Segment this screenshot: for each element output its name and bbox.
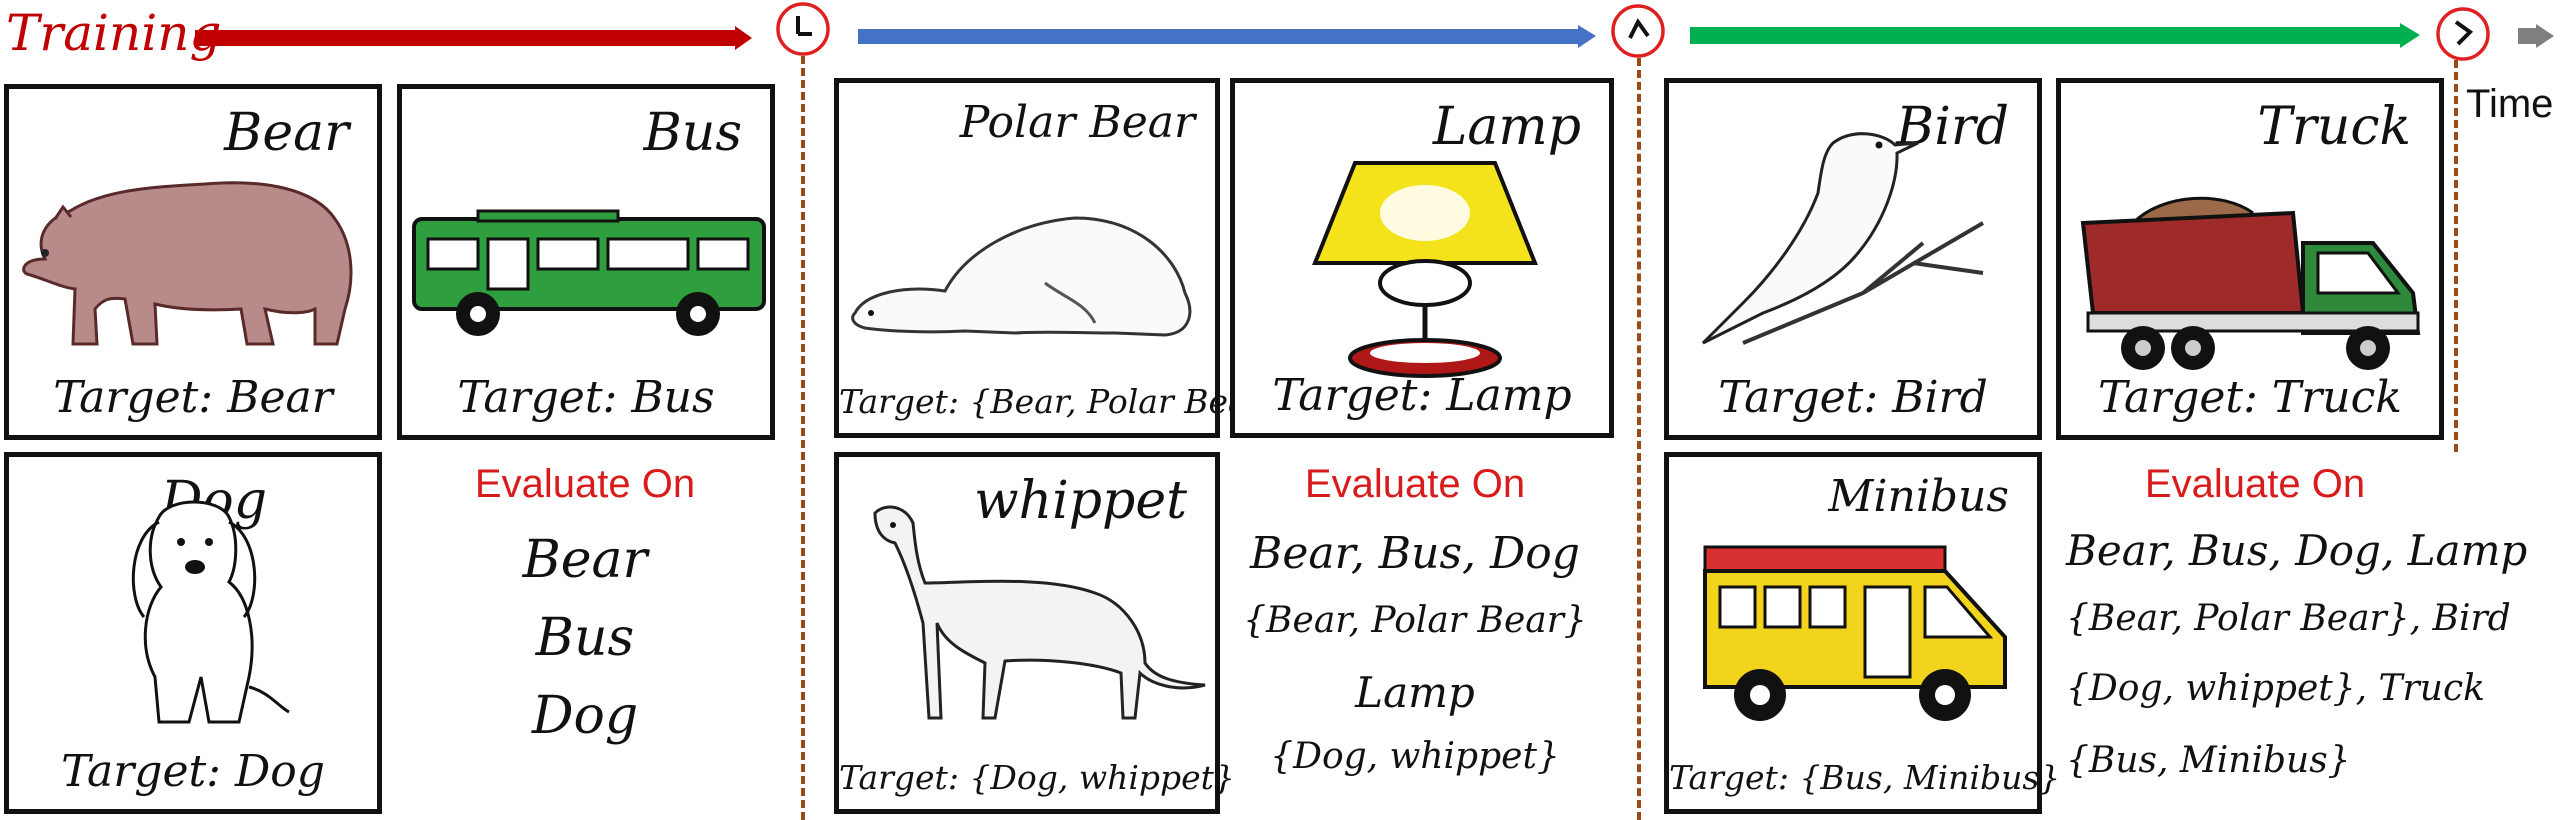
card-target: Target: Bird [1718, 372, 1988, 423]
polar-bear-icon [851, 216, 1192, 337]
card-target: Target: Bear [53, 372, 333, 423]
stage-divider [2454, 60, 2458, 452]
lamp-icon [1312, 161, 1538, 378]
training-card-bear: Bear Target: Bear [4, 84, 382, 440]
card-target: Target: {Bear, Polar Bear} [839, 382, 1285, 421]
evaluate-title: Evaluate On [2144, 462, 2366, 506]
timeline [195, 2, 2554, 61]
evaluate-item: {Dog, whippet} [1270, 736, 1560, 777]
time-label: Time [2466, 82, 2554, 126]
stage2-arrow [858, 25, 1596, 48]
evaluate-item: Bear [522, 530, 648, 590]
training-card-minibus: Minibus Target: {Bus, Minibus} [1664, 452, 2061, 814]
evaluate-item: {Bear, Polar Bear}, Bird [2066, 598, 2511, 639]
evaluate-item: {Bear, Polar Bear} [1243, 600, 1587, 641]
evaluate-item: {Bus, Minibus} [2066, 740, 2351, 781]
evaluate-item: Bear, Bus, Dog, Lamp [2066, 526, 2528, 575]
card-title: Lamp [1432, 97, 1581, 157]
training-card-polar-bear: Polar Bear Target: {Bear, Polar Bear} [834, 78, 1285, 438]
dog-icon [131, 500, 290, 724]
training-card-bird: Bird Target: Bird [1664, 78, 2042, 440]
training-card-dog: Dog Target: Dog [4, 452, 382, 814]
card-target: Target: Truck [2098, 372, 2402, 423]
time-arrow [2518, 24, 2554, 48]
evaluate-item: Lamp [1355, 668, 1475, 717]
evaluate-item: Bus [535, 608, 635, 668]
stage1-arrow [195, 26, 752, 50]
stage-divider [1637, 58, 1641, 820]
evaluate-item: Dog [531, 686, 639, 746]
truck-icon [2080, 196, 2421, 370]
card-target: Target: Dog [61, 746, 325, 797]
card-target: Target: {Bus, Minibus} [1669, 758, 2061, 797]
training-card-bus: Bus Target: Bus [397, 84, 775, 440]
training-card-lamp: Lamp Target: Lamp [1230, 78, 1614, 438]
bird-icon [1701, 132, 1985, 345]
card-title: Minibus [1828, 471, 2009, 522]
clock-icon [776, 2, 830, 56]
stage3-arrow [1690, 23, 2420, 48]
card-title: Polar Bear [959, 97, 1195, 148]
card-title: Truck [2257, 97, 2411, 157]
card-title: Bus [643, 103, 742, 163]
bear-icon [22, 181, 353, 346]
evaluate-item: Bear, Bus, Dog [1250, 528, 1580, 579]
bus-icon [412, 209, 766, 336]
card-target: Target: {Dog, whippet} [839, 758, 1235, 797]
evaluate-title: Evaluate On [1304, 462, 1526, 506]
training-card-truck: Truck Target: Truck [2056, 78, 2444, 440]
whippet-icon [873, 505, 1206, 720]
clock-icon [2436, 7, 2490, 61]
clock-icon [1611, 4, 1665, 58]
evaluate-item: {Dog, whippet}, Truck [2066, 668, 2485, 709]
training-card-whippet: whippet Target: {Dog, whippet} [834, 452, 1235, 814]
evaluate-title: Evaluate On [474, 462, 696, 506]
card-target: Target: Lamp [1272, 370, 1572, 421]
stage-divider [801, 56, 805, 820]
card-target: Target: Bus [457, 372, 715, 423]
minibus-icon [1703, 545, 2007, 721]
